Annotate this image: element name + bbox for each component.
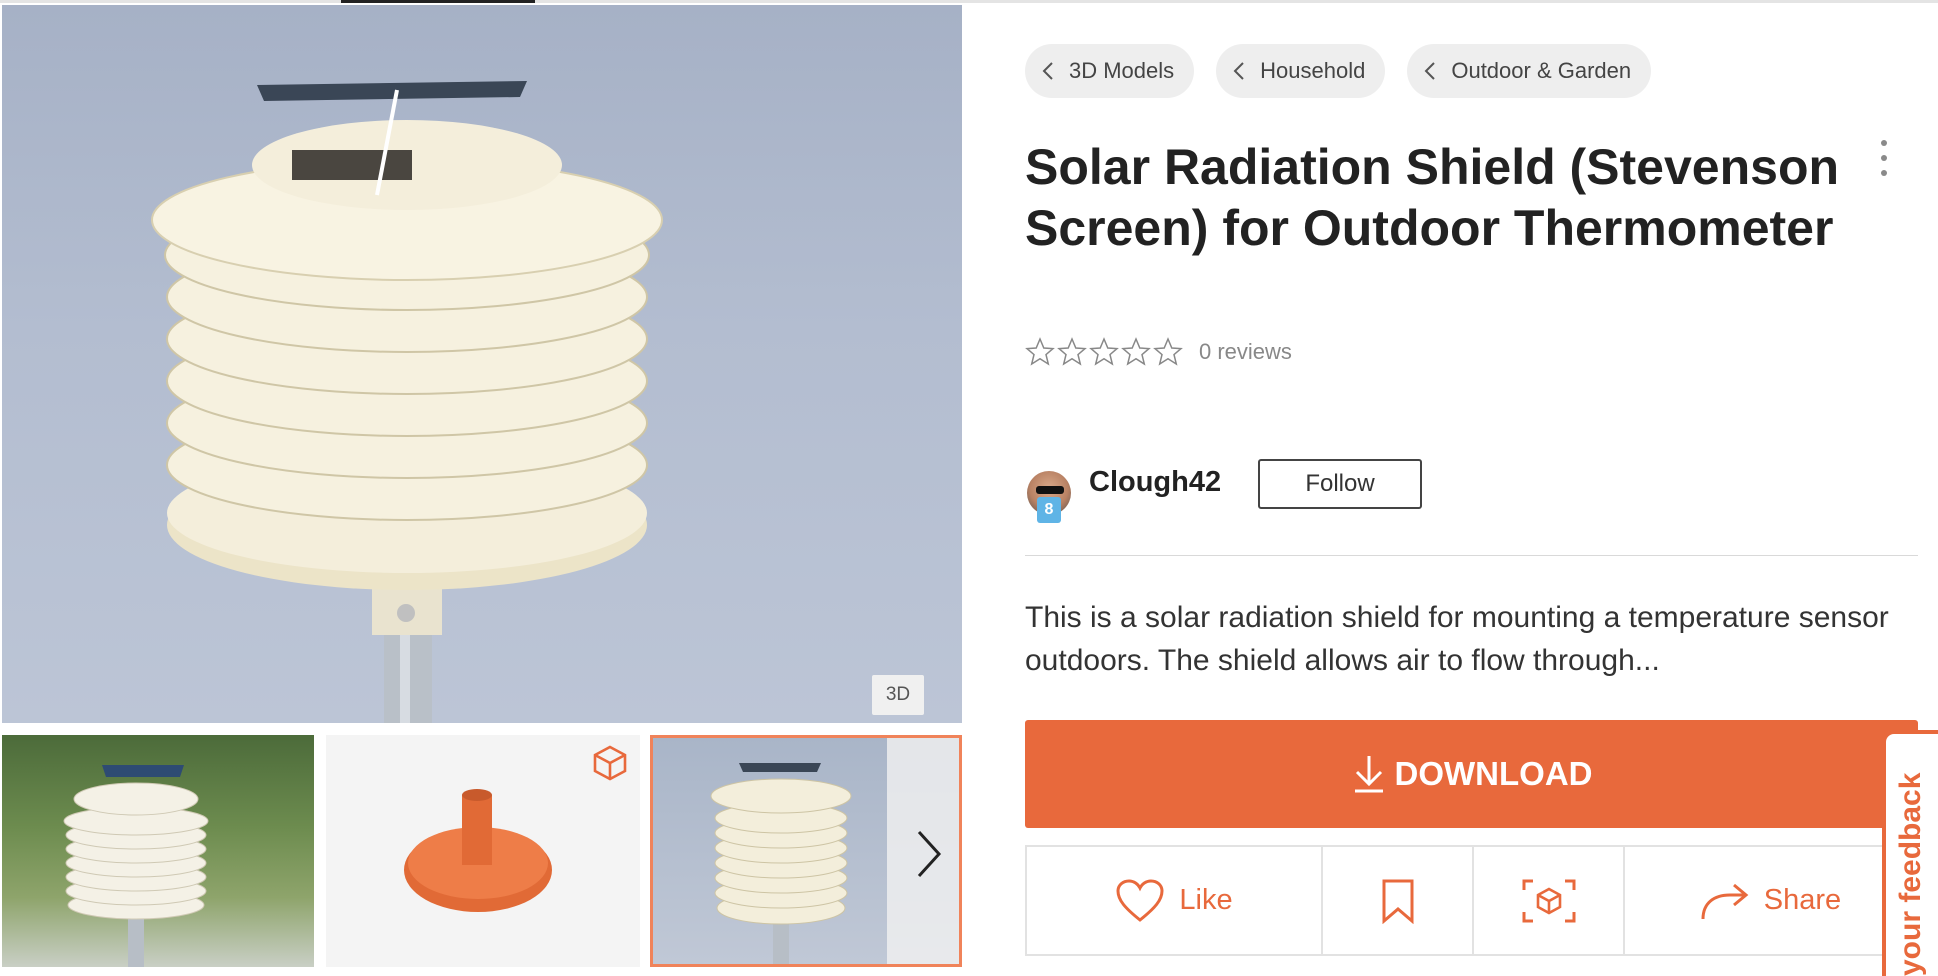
3d-badge[interactable]: 3D [872,675,924,715]
share-button[interactable]: Share [1625,847,1916,954]
thumbnail-photo-outdoor[interactable] [2,735,314,967]
breadcrumb-outdoor-garden[interactable]: Outdoor & Garden [1407,44,1652,98]
breadcrumb-label: 3D Models [1069,58,1175,83]
bookmark-icon [1382,879,1413,924]
reviews-count[interactable]: 0 reviews [1199,339,1292,365]
chevron-right-icon[interactable] [913,828,943,880]
star-outline-icon[interactable] [1121,337,1151,367]
star-outline-icon[interactable] [1057,337,1087,367]
follow-button[interactable]: Follow [1258,459,1422,509]
bookmark-button[interactable] [1323,847,1474,954]
page-title: Solar Radiation Shield (Stevenson Screen… [1025,139,1840,256]
description: This is a solar radiation shield for mou… [1025,601,1889,677]
breadcrumb-3d-models[interactable]: 3D Models [1025,44,1195,98]
share-label: Share [1763,884,1842,916]
star-outline-icon[interactable] [1153,337,1183,367]
feedback-tab[interactable]: your feedback [1882,730,1938,976]
active-tab-indicator [341,0,535,3]
thumbnail-image [63,765,209,967]
download-label: DOWNLOAD [1394,755,1593,792]
breadcrumb-label: Outdoor & Garden [1451,58,1632,83]
chevron-left-icon [1233,62,1244,80]
action-bar: Like Share [1025,845,1918,956]
divider [1025,555,1918,556]
kebab-menu-icon[interactable] [1872,140,1896,186]
author-name[interactable]: Clough42 [1089,466,1221,499]
3d-view-icon [1522,879,1575,922]
level-badge: 8 [1037,497,1061,523]
like-button[interactable]: Like [1027,847,1323,954]
feedback-label: your feedback [1894,772,1927,976]
heart-icon [1116,878,1164,922]
breadcrumb: 3D Models Household Outdoor & Garden [1025,44,1652,98]
thumbnail-strip [0,735,962,967]
thumbnail-photo-closeup[interactable] [650,735,962,967]
download-button[interactable]: DOWNLOAD [1025,720,1918,828]
chevron-left-icon [1424,62,1436,80]
star-outline-icon[interactable] [1025,337,1055,367]
thumbnail-3d-model[interactable] [326,735,640,967]
breadcrumb-household[interactable]: Household [1216,44,1386,98]
solar-shield-photo [151,81,663,723]
share-arrow-icon [1701,883,1749,919]
breadcrumb-label: Household [1260,58,1366,83]
chevron-left-icon [1042,62,1053,80]
gallery-tab-indicator [0,0,1938,3]
download-arrow-icon [1354,756,1383,793]
main-product-image[interactable]: 3D [2,5,962,723]
like-label: Like [1179,884,1233,916]
cube-icon [593,745,627,781]
view-3d-button[interactable] [1474,847,1625,954]
star-rating[interactable] [1025,337,1183,367]
rating: 0 reviews [1025,336,1292,368]
star-outline-icon[interactable] [1089,337,1119,367]
